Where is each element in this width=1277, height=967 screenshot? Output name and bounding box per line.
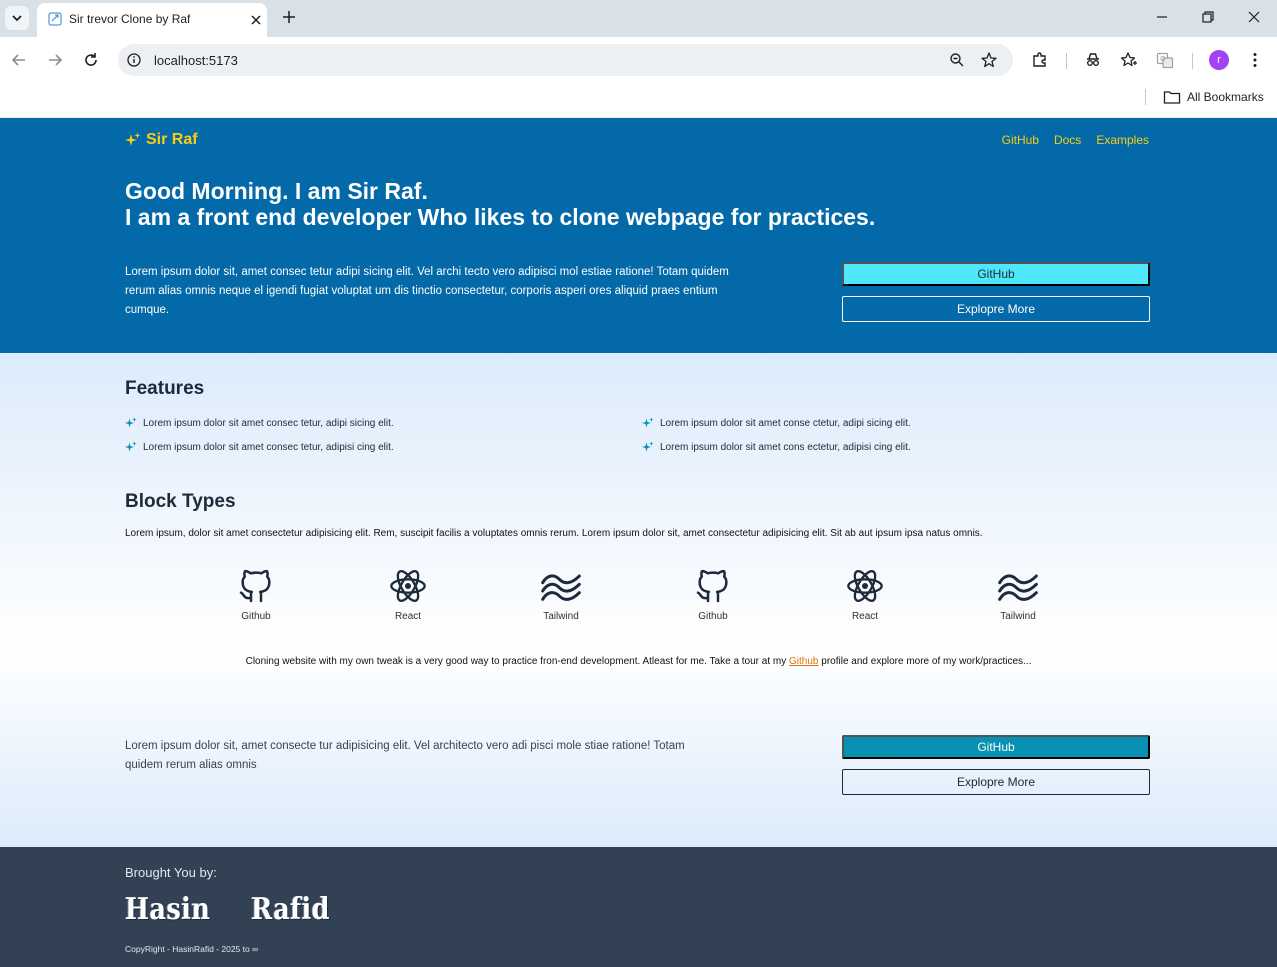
tab-title: Sir trevor Clone by Raf xyxy=(69,12,191,26)
cloning-note: Cloning website with my own tweak is a v… xyxy=(0,656,1277,667)
hero-heading-line-1: Good Morning. I am Sir Raf. xyxy=(125,178,428,204)
block-type-label: Tailwind xyxy=(1000,611,1036,622)
zoom-icon[interactable] xyxy=(949,52,965,68)
author-last-name: Rafid xyxy=(251,892,330,927)
github-icon xyxy=(239,569,271,603)
block-type-item[interactable]: React xyxy=(825,566,905,622)
sparkle-icon xyxy=(642,417,654,428)
bookmark-star-icon[interactable] xyxy=(980,51,998,69)
incognito-icon[interactable] xyxy=(1084,51,1102,69)
react-icon xyxy=(847,570,883,602)
top-navigation: GitHub Docs Examples xyxy=(1002,133,1149,147)
block-type-item[interactable]: Tailwind xyxy=(978,566,1058,622)
close-tab-icon[interactable] xyxy=(246,10,266,30)
nav-link-docs[interactable]: Docs xyxy=(1054,133,1081,147)
toolbar-divider xyxy=(1066,53,1067,69)
url-text[interactable]: localhost:5173 xyxy=(154,53,238,68)
tailwind-icon xyxy=(998,574,1038,601)
page-favicon-icon xyxy=(48,12,62,26)
react-icon xyxy=(390,570,426,602)
new-tab-icon[interactable] xyxy=(280,8,298,26)
block-type-label: Github xyxy=(241,611,271,622)
omnibox[interactable]: localhost:5173 xyxy=(118,44,1013,76)
hero-github-button[interactable]: GitHub xyxy=(842,262,1150,286)
all-bookmarks-link[interactable]: All Bookmarks xyxy=(1187,90,1264,104)
block-type-label: Tailwind xyxy=(543,611,579,622)
folder-icon xyxy=(1163,91,1181,104)
translate-icon[interactable]: G xyxy=(1156,51,1174,69)
reload-icon[interactable] xyxy=(82,51,100,69)
block-type-item[interactable]: Tailwind xyxy=(521,566,601,622)
feature-text: Lorem ipsum dolor sit amet consec tetur,… xyxy=(143,441,394,453)
feature-text: Lorem ipsum dolor sit amet consec tetur,… xyxy=(143,417,394,429)
close-window-icon[interactable] xyxy=(1246,9,1262,25)
feature-item: Lorem ipsum dolor sit amet consec tetur,… xyxy=(125,417,394,429)
hero-heading: Good Morning. I am Sir Raf. I am a front… xyxy=(125,178,875,230)
back-icon[interactable] xyxy=(10,51,28,69)
features-heading: Features xyxy=(125,378,205,399)
tab-search-button[interactable] xyxy=(5,6,29,30)
page-viewport: Sir Raf GitHub Docs Examples Good Mornin… xyxy=(0,118,1277,967)
menu-kebab-icon[interactable] xyxy=(1246,51,1264,69)
feature-item: Lorem ipsum dolor sit amet cons ectetur,… xyxy=(642,441,911,453)
feature-text: Lorem ipsum dolor sit amet cons ectetur,… xyxy=(660,441,911,453)
hero-heading-line-2: I am a front end developer Who likes to … xyxy=(125,204,876,230)
cloning-github-link[interactable]: Github xyxy=(789,656,818,667)
sparkle-icon xyxy=(125,441,137,452)
toolbar-divider xyxy=(1192,53,1193,69)
block-types-description: Lorem ipsum, dolor sit amet consectetur … xyxy=(125,528,983,539)
nav-link-examples[interactable]: Examples xyxy=(1096,133,1149,147)
extensions-icon[interactable] xyxy=(1031,51,1049,69)
sparkle-icon xyxy=(125,132,141,146)
chevron-down-icon xyxy=(12,15,22,22)
block-type-item[interactable]: React xyxy=(368,566,448,622)
bookmarks-divider xyxy=(1145,89,1146,105)
address-bar-row: localhost:5173 G r xyxy=(0,37,1277,83)
cta-description: Lorem ipsum dolor sit, amet consecte tur… xyxy=(125,740,685,771)
cloning-note-text-2: profile and explore more of my work/prac… xyxy=(818,656,1032,667)
block-type-label: React xyxy=(851,611,879,622)
feature-item: Lorem ipsum dolor sit amet conse ctetur,… xyxy=(642,417,911,429)
block-type-item[interactable]: Github xyxy=(216,566,296,622)
content-section: Features Lorem ipsum dolor sit amet cons… xyxy=(0,353,1277,847)
restore-icon[interactable] xyxy=(1200,9,1216,25)
cta-explore-button[interactable]: Explopre More xyxy=(842,769,1150,795)
hero-section: Sir Raf GitHub Docs Examples Good Mornin… xyxy=(0,118,1277,353)
profile-avatar[interactable]: r xyxy=(1209,50,1229,70)
feature-item: Lorem ipsum dolor sit amet consec tetur,… xyxy=(125,441,394,453)
favorites-icon[interactable] xyxy=(1120,51,1138,69)
forward-icon[interactable] xyxy=(46,51,64,69)
cloning-note-text-1: Cloning website with my own tweak is a v… xyxy=(245,656,790,667)
block-types-heading: Block Types xyxy=(125,491,236,512)
nav-link-github[interactable]: GitHub xyxy=(1002,133,1039,147)
site-logo[interactable]: Sir Raf xyxy=(125,131,198,149)
minimize-icon[interactable] xyxy=(1154,9,1170,25)
author-first-name: Hasin xyxy=(125,892,211,927)
hero-description: Lorem ipsum dolor sit, amet consec tetur… xyxy=(125,266,729,316)
block-type-label: Github xyxy=(698,611,728,622)
logo-text: Sir Raf xyxy=(146,131,198,148)
block-type-label: React xyxy=(394,611,422,622)
tailwind-icon xyxy=(541,574,581,601)
brought-by-label: Brought You by: xyxy=(125,865,217,880)
site-info-icon[interactable] xyxy=(126,52,142,68)
github-icon xyxy=(696,569,728,603)
site-footer: Brought You by: Hasin Rafid CopyRight - … xyxy=(0,847,1277,967)
copyright-text: CopyRight - HasinRafid - 2025 to ∞ xyxy=(125,944,259,954)
feature-text: Lorem ipsum dolor sit amet conse ctetur,… xyxy=(660,417,911,429)
block-type-item[interactable]: Github xyxy=(673,566,753,622)
browser-tab[interactable]: Sir trevor Clone by Raf xyxy=(37,3,267,37)
hero-explore-button[interactable]: Explopre More xyxy=(842,296,1150,322)
browser-tab-bar: Sir trevor Clone by Raf xyxy=(0,0,1277,37)
svg-text:G: G xyxy=(1160,55,1165,63)
sparkle-icon xyxy=(642,441,654,452)
bookmarks-bar: All Bookmarks xyxy=(0,83,1277,118)
sparkle-icon xyxy=(125,417,137,428)
cta-github-button[interactable]: GitHub xyxy=(842,735,1150,759)
